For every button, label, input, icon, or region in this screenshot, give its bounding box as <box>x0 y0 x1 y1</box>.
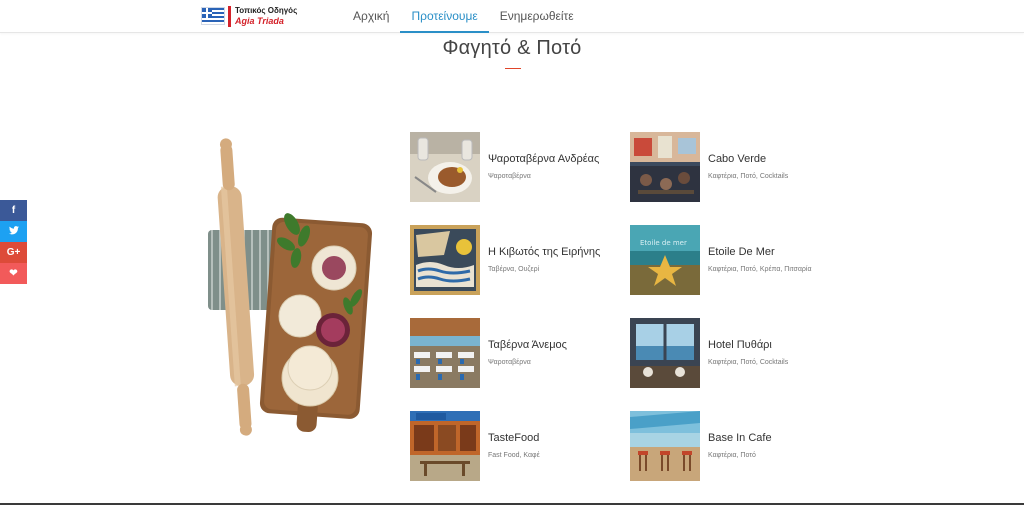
place-thumbnail-image <box>630 132 700 202</box>
place-category: Καφτέρια, Ποτό <box>708 452 756 459</box>
place-thumbnail-image <box>410 132 480 202</box>
place-card[interactable]: Ψαροταβέρνα Ανδρέας Ψαροταβέρνα <box>410 132 625 202</box>
place-category: Fast Food, Καφέ <box>488 452 540 459</box>
place-card[interactable]: Hotel Πυθάρι Καφτέρια, Ποτό, Cocktails <box>630 318 845 388</box>
place-name[interactable]: TasteFood <box>488 432 539 444</box>
place-card[interactable]: Base In Cafe Καφτέρια, Ποτό <box>630 411 845 481</box>
place-name[interactable]: Hotel Πυθάρι <box>708 339 772 351</box>
nav-news[interactable]: Ενημερωθείτε <box>489 0 585 33</box>
place-thumbnail-image <box>630 411 700 481</box>
place-thumbnail-image <box>630 318 700 388</box>
place-thumbnail-image <box>410 318 480 388</box>
place-thumbnail[interactable] <box>410 318 480 388</box>
place-thumbnail-image: Etoile de mer <box>630 225 700 295</box>
place-name[interactable]: Etoile De Mer <box>708 246 775 258</box>
place-category: Καφτέρια, Ποτό, Cocktails <box>708 359 789 366</box>
nav-recommend[interactable]: Προτείνουμε <box>400 0 489 33</box>
place-name[interactable]: Ταβέρνα Άνεμος <box>488 339 567 351</box>
place-category: Καφτέρια, Ποτό, Κρέπα, Πιτσαρία <box>708 266 812 273</box>
site-header: Τοπικός Οδηγός Agia Triada Αρχική Προτεί… <box>0 0 1024 33</box>
social-share-bar: f G+ ❤ <box>0 200 27 284</box>
place-thumbnail[interactable]: Etoile de mer <box>630 225 700 295</box>
food-illustration <box>196 138 376 438</box>
facebook-share-button[interactable]: f <box>0 200 27 221</box>
svg-text:Etoile de mer: Etoile de mer <box>640 239 687 247</box>
place-card[interactable]: TasteFood Fast Food, Καφέ <box>410 411 625 481</box>
place-name[interactable]: Cabo Verde <box>708 153 766 165</box>
place-card[interactable]: Cabo Verde Καφτέρια, Ποτό, Cocktails <box>630 132 845 202</box>
place-thumbnail[interactable] <box>410 132 480 202</box>
section-title: Φαγητό & Ποτό <box>442 37 582 59</box>
twitter-share-button[interactable] <box>0 221 27 242</box>
place-thumbnail[interactable] <box>630 132 700 202</box>
place-name[interactable]: Base In Cafe <box>708 432 772 444</box>
title-underline <box>505 68 521 69</box>
place-thumbnail[interactable] <box>410 225 480 295</box>
logo-title: Τοπικός Οδηγός <box>235 6 298 15</box>
place-thumbnail[interactable] <box>630 411 700 481</box>
favorite-button[interactable]: ❤ <box>0 263 27 284</box>
greek-flag-icon <box>201 7 225 25</box>
food-illustration-graphic <box>208 138 373 436</box>
place-name[interactable]: Ψαροταβέρνα Ανδρέας <box>488 153 599 165</box>
place-card[interactable]: Etoile de mer Etoile De Mer Καφτέρια, Πο… <box>630 225 845 295</box>
place-card[interactable]: Ταβέρνα Άνεμος Ψαροταβέρνα <box>410 318 625 388</box>
place-thumbnail[interactable] <box>630 318 700 388</box>
twitter-icon <box>8 225 19 238</box>
facebook-icon: f <box>11 205 16 216</box>
place-thumbnail[interactable] <box>410 411 480 481</box>
heart-icon: ❤ <box>9 268 18 279</box>
logo-subtitle: Agia Triada <box>235 16 284 26</box>
main-nav: Αρχική Προτείνουμε Ενημερωθείτε <box>342 0 585 33</box>
logo-divider <box>228 6 231 27</box>
place-thumbnail-image <box>410 225 480 295</box>
place-card[interactable]: Η Κιβωτός της Ειρήνης Ταβέρνα, Ουζερί <box>410 225 625 295</box>
place-name[interactable]: Η Κιβωτός της Ειρήνης <box>488 246 600 258</box>
place-category: Ταβέρνα, Ουζερί <box>488 266 540 273</box>
nav-home[interactable]: Αρχική <box>342 0 400 33</box>
place-category: Καφτέρια, Ποτό, Cocktails <box>708 173 789 180</box>
place-thumbnail-image <box>410 411 480 481</box>
place-category: Ψαροταβέρνα <box>488 359 531 366</box>
site-logo[interactable]: Τοπικός Οδηγός Agia Triada <box>201 6 301 28</box>
place-category: Ψαροταβέρνα <box>488 173 531 180</box>
google-plus-share-button[interactable]: G+ <box>0 242 27 263</box>
google-plus-icon: G+ <box>6 247 21 258</box>
